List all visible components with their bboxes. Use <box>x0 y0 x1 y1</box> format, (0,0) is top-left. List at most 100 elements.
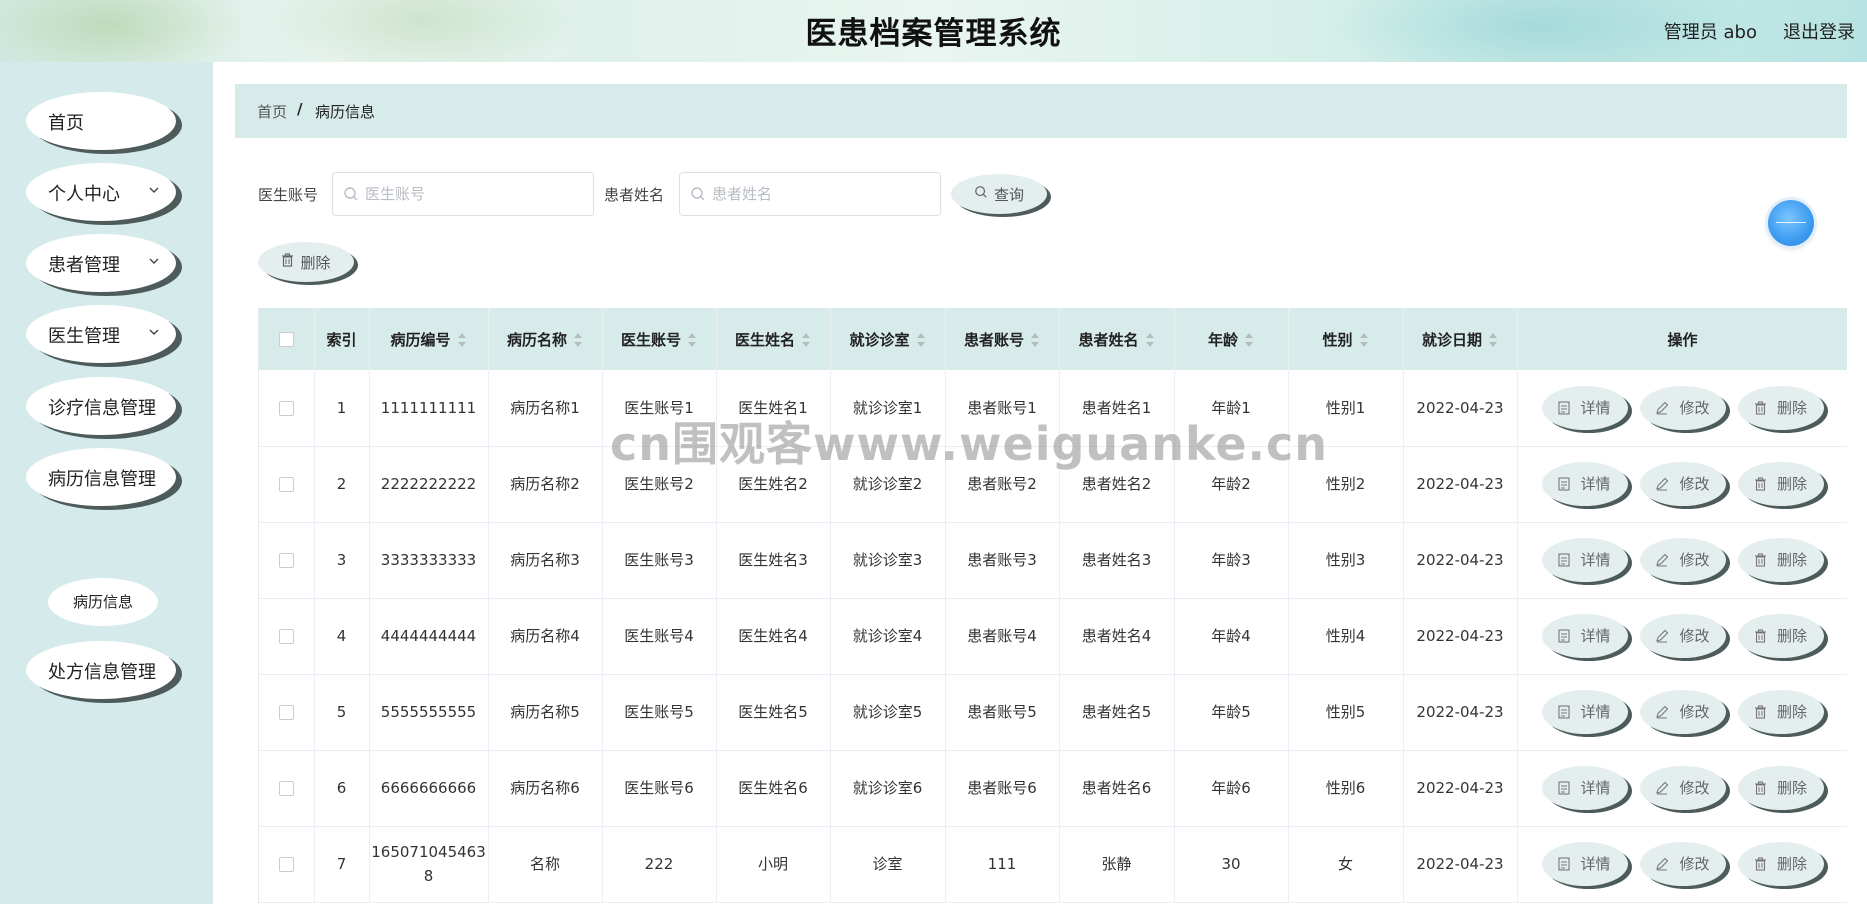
breadcrumb-home[interactable]: 首页 <box>257 101 287 122</box>
sort-caret-icon[interactable] <box>687 333 697 347</box>
column-header-patient-name[interactable]: 患者姓名 <box>1059 308 1175 370</box>
doctor-account-field[interactable] <box>332 172 594 216</box>
row-checkbox[interactable] <box>278 477 294 492</box>
sidebar-item-personal-center[interactable]: 个人中心 <box>26 163 176 221</box>
edit-button[interactable]: 修改 <box>1639 462 1726 506</box>
cell-record-name: 名称 <box>488 826 603 903</box>
row-checkbox[interactable] <box>278 705 294 720</box>
detail-button[interactable]: 详情 <box>1541 462 1628 506</box>
row-checkbox[interactable] <box>278 553 294 568</box>
patient-name-field[interactable] <box>679 172 941 216</box>
cell-record-name: 病历名称4 <box>488 598 603 675</box>
search-icon <box>343 186 359 202</box>
doctor-account-input[interactable] <box>365 173 585 215</box>
row-checkbox[interactable] <box>278 781 294 796</box>
sort-caret-icon[interactable] <box>1244 333 1254 347</box>
query-button[interactable]: 查询 <box>951 174 1047 214</box>
column-header-doctor-account[interactable]: 医生账号 <box>602 308 717 370</box>
column-header-age[interactable]: 年龄 <box>1174 308 1289 370</box>
sidebar-item-medical-record-management[interactable]: 病历信息管理 <box>26 448 176 506</box>
batch-delete-button[interactable]: 删除 <box>258 242 354 282</box>
column-header-visit-date[interactable]: 就诊日期 <box>1403 308 1518 370</box>
search-icon <box>690 186 706 202</box>
row-select-cell <box>259 370 315 447</box>
column-header-clinic-room[interactable]: 就诊诊室 <box>830 308 946 370</box>
cell-doctor-name: 医生姓名1 <box>716 370 831 447</box>
sidebar-item-home[interactable]: 首页 <box>26 92 176 150</box>
row-checkbox[interactable] <box>278 857 294 872</box>
sort-caret-icon[interactable] <box>801 333 811 347</box>
row-select-cell <box>259 598 315 675</box>
sidebar-item-label: 患者管理 <box>48 255 120 276</box>
sidebar-item-label: 医生管理 <box>48 326 120 347</box>
cell-gender: 性别3 <box>1288 522 1404 599</box>
column-header-record-name[interactable]: 病历名称 <box>488 308 603 370</box>
delete-button[interactable]: 删除 <box>1737 462 1824 506</box>
delete-button[interactable]: 删除 <box>1737 538 1824 582</box>
column-header-label: 年龄 <box>1207 330 1238 349</box>
detail-button[interactable]: 详情 <box>1541 538 1628 582</box>
delete-button[interactable]: 删除 <box>1737 842 1824 886</box>
sort-caret-icon[interactable] <box>1359 333 1369 347</box>
cell-index: 1 <box>314 370 370 447</box>
edit-button[interactable]: 修改 <box>1639 690 1726 734</box>
delete-button[interactable]: 删除 <box>1737 690 1824 734</box>
detail-button[interactable]: 详情 <box>1541 690 1628 734</box>
cell-patient-account: 患者账号6 <box>945 750 1060 827</box>
detail-button[interactable]: 详情 <box>1541 614 1628 658</box>
column-header-label: 索引 <box>326 330 357 349</box>
delete-button[interactable]: 删除 <box>1737 614 1824 658</box>
edit-button[interactable]: 修改 <box>1639 842 1726 886</box>
cell-record-id: 5555555555 <box>369 674 489 751</box>
sidebar-item-patient-management[interactable]: 患者管理 <box>26 234 176 292</box>
column-header-record-id[interactable]: 病历编号 <box>369 308 489 370</box>
edit-button[interactable]: 修改 <box>1639 385 1726 430</box>
cell-doctor-account: 医生账号6 <box>602 750 717 827</box>
sidebar-item-prescription-management[interactable]: 处方信息管理 <box>26 641 176 699</box>
sidebar-subitem-medical-record[interactable]: 病历信息 <box>48 578 158 626</box>
sort-caret-icon[interactable] <box>1488 333 1498 347</box>
edit-button-label: 修改 <box>1679 703 1710 721</box>
sidebar-item-diagnosis-management[interactable]: 诊疗信息管理 <box>26 377 176 435</box>
edit-button[interactable]: 修改 <box>1639 766 1726 810</box>
detail-button[interactable]: 详情 <box>1541 842 1628 886</box>
table-row: 1 1111111111 病历名称1 医生账号1 医生姓名1 就诊诊室1 患者账号1 患者姓名… <box>259 370 1847 447</box>
column-header-label: 操作 <box>1667 330 1698 349</box>
edit-button[interactable]: 修改 <box>1639 614 1726 658</box>
row-checkbox[interactable] <box>278 629 294 644</box>
delete-button[interactable]: 删除 <box>1737 385 1824 430</box>
cell-doctor-account: 医生账号5 <box>602 674 717 751</box>
sort-caret-icon[interactable] <box>457 333 467 347</box>
column-header-gender[interactable]: 性别 <box>1288 308 1404 370</box>
chevron-down-icon <box>146 322 162 342</box>
delete-button[interactable]: 删除 <box>1737 766 1824 810</box>
sort-caret-icon[interactable] <box>573 333 583 347</box>
cell-doctor-account: 医生账号2 <box>602 446 717 523</box>
row-checkbox[interactable] <box>278 400 294 416</box>
column-header-index: 索引 <box>314 308 370 370</box>
cell-patient-account: 患者账号3 <box>945 522 1060 599</box>
column-header-patient-account[interactable]: 患者账号 <box>945 308 1060 370</box>
detail-button[interactable]: 详情 <box>1541 766 1628 810</box>
edit-icon <box>1655 705 1674 719</box>
edit-button-label: 修改 <box>1679 551 1710 569</box>
cell-record-name: 病历名称3 <box>488 522 603 599</box>
document-icon <box>1558 477 1575 491</box>
sidebar-item-doctor-management[interactable]: 医生管理 <box>26 305 176 363</box>
patient-name-input[interactable] <box>712 173 932 215</box>
sort-caret-icon[interactable] <box>1145 333 1155 347</box>
select-all-checkbox[interactable] <box>278 332 294 347</box>
trash-icon <box>281 253 300 271</box>
patient-name-label: 患者姓名 <box>604 186 665 204</box>
detail-button[interactable]: 详情 <box>1541 385 1628 430</box>
cell-gender: 性别4 <box>1288 598 1404 675</box>
logout-link[interactable]: 退出登录 <box>1783 18 1855 44</box>
sort-caret-icon[interactable] <box>916 333 926 347</box>
column-header-actions: 操作 <box>1517 308 1847 370</box>
cell-patient-name: 患者姓名1 <box>1059 370 1175 447</box>
edit-button[interactable]: 修改 <box>1639 538 1726 582</box>
floating-assistant-icon[interactable] <box>1768 200 1814 246</box>
table-row: 7 1650710454638 名称 222 小明 诊室 111 张静 30 女 2022-04-2… <box>259 826 1847 903</box>
column-header-doctor-name[interactable]: 医生姓名 <box>716 308 831 370</box>
sort-caret-icon[interactable] <box>1030 333 1040 347</box>
